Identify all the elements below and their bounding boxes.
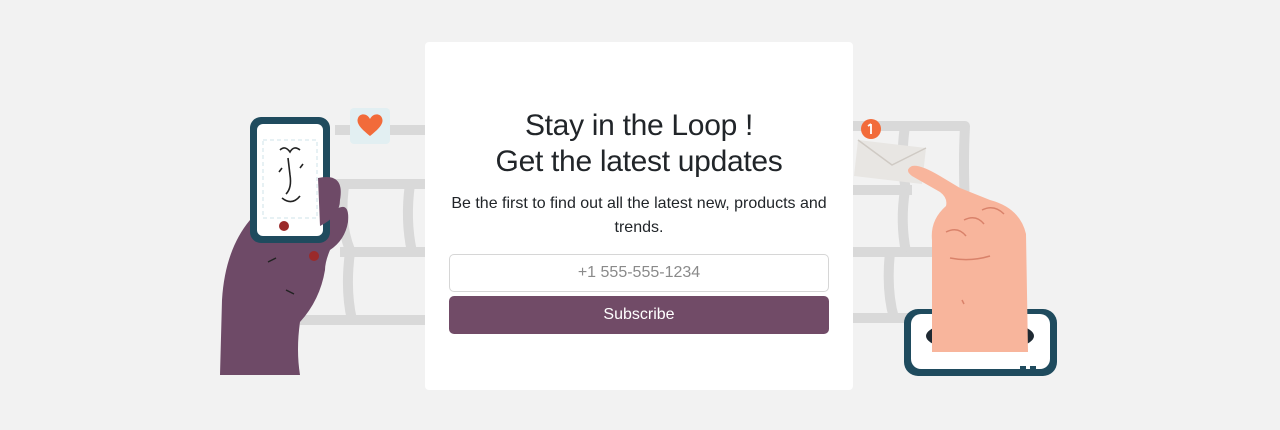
hand-pointing-illustration: [904, 165, 1057, 376]
title-line-1: Stay in the Loop !: [524, 109, 754, 142]
heart-icon: [350, 108, 390, 144]
notification-badge-icon: [861, 119, 881, 139]
hand-holding-phone-illustration: [220, 117, 349, 375]
newsletter-title: Stay in the Loop ! Get the latest update…: [425, 108, 853, 180]
newsletter-subtitle: Be the first to find out all the latest …: [451, 195, 827, 236]
subscribe-button[interactable]: Subscribe: [449, 296, 829, 334]
newsletter-card: Stay in the Loop ! Get the latest update…: [425, 42, 853, 390]
title-line-2: Get the latest updates: [495, 145, 783, 178]
phone-input[interactable]: [449, 254, 829, 292]
